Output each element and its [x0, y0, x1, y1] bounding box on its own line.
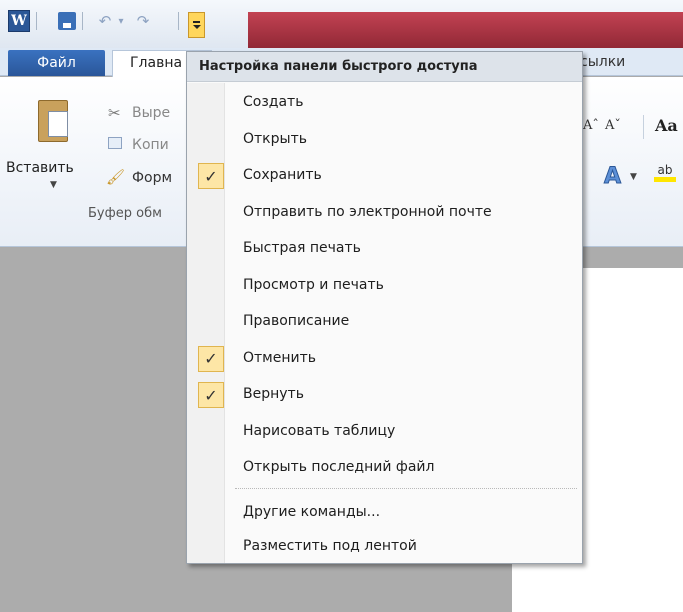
format-painter-button[interactable]: Форм — [132, 170, 172, 186]
menu-item[interactable]: Создать — [187, 86, 582, 120]
menu-item[interactable]: Открыть — [187, 123, 582, 157]
customize-qat-menu: Настройка панели быстрого доступа Создат… — [186, 51, 583, 564]
tab-file[interactable]: Файл — [8, 50, 105, 76]
undo-dropdown-icon[interactable]: ▾ — [116, 10, 126, 32]
menu-item-label: Отменить — [243, 349, 317, 366]
tab-references[interactable]: сылки — [580, 54, 625, 70]
paste-icon[interactable] — [38, 100, 68, 142]
menu-item-label: Отправить по электронной почте — [243, 203, 492, 220]
menu-item[interactable]: Просмотр и печать — [187, 269, 582, 303]
text-effect-icon[interactable]: A — [603, 164, 621, 190]
shrink-font-button[interactable]: Aˇ — [605, 118, 621, 133]
menu-item[interactable]: ✓ Сохранить — [187, 159, 582, 193]
change-case-button[interactable]: Aa — [655, 116, 678, 135]
paste-button[interactable]: Вставить — [6, 160, 74, 176]
menu-item[interactable]: Быстрая печать — [187, 232, 582, 266]
format-painter-icon: 🖌 — [106, 168, 126, 186]
redo-icon[interactable]: ↷ — [132, 10, 154, 32]
cut-button[interactable]: Выре — [132, 105, 170, 121]
scissors-icon: ✂ — [108, 104, 121, 122]
menu-item-label: Нарисовать таблицу — [243, 422, 396, 439]
customize-qat-button[interactable] — [188, 12, 205, 38]
menu-item-label: Открыть последний файл — [243, 459, 435, 475]
menu-item[interactable]: Нарисовать таблицу — [187, 415, 582, 449]
menu-item-label: Быстрая печать — [243, 240, 361, 256]
checkmark-icon: ✓ — [198, 345, 224, 372]
grow-font-button[interactable]: Aˆ — [583, 118, 599, 133]
qat-separator — [82, 12, 83, 30]
menu-item[interactable]: Отправить по электронной почте — [187, 196, 582, 230]
menu-item[interactable]: ✓ Вернуть — [187, 378, 582, 412]
word-app-icon[interactable]: W — [8, 10, 30, 32]
copy-button[interactable]: Копи — [132, 137, 169, 153]
clipboard-group-label: Буфер обм — [88, 206, 162, 221]
menu-item-label: Разместить под лентой — [243, 538, 417, 554]
menu-item-label: Просмотр и печать — [243, 276, 384, 293]
text-effect-dropdown-icon[interactable]: ▼ — [630, 172, 637, 182]
menu-item-label: Открыть — [243, 130, 307, 147]
save-icon[interactable] — [58, 12, 76, 30]
menu-item-more-commands[interactable]: Другие команды... — [187, 496, 582, 530]
qat-separator — [36, 12, 37, 30]
paste-dropdown-icon[interactable]: ▼ — [50, 180, 57, 190]
highlight-icon[interactable]: ab — [654, 163, 676, 182]
ribbon-separator — [643, 115, 644, 139]
copy-icon — [108, 137, 122, 149]
menu-item-label: Другие команды... — [243, 504, 381, 520]
menu-item[interactable]: Открыть последний файл — [187, 451, 582, 485]
qat-separator — [178, 12, 179, 30]
menu-item-label: Сохранить — [243, 167, 322, 183]
menu-item-label: Правописание — [243, 313, 350, 329]
menu-item-show-below-ribbon[interactable]: Разместить под лентой — [187, 530, 582, 564]
menu-title: Настройка панели быстрого доступа — [187, 52, 582, 82]
menu-item[interactable]: ✓ Отменить — [187, 342, 582, 376]
undo-icon[interactable]: ↶ — [94, 10, 116, 32]
menu-item-label: Создать — [243, 94, 304, 110]
customize-bar-icon — [193, 21, 200, 23]
checkmark-icon: ✓ — [198, 163, 224, 189]
menu-item[interactable]: Правописание — [187, 305, 582, 339]
chevron-down-icon — [192, 25, 201, 29]
menu-divider — [235, 488, 577, 489]
checkmark-icon: ✓ — [198, 382, 224, 408]
title-bar-document-area — [248, 12, 683, 48]
menu-item-label: Вернуть — [243, 386, 304, 402]
